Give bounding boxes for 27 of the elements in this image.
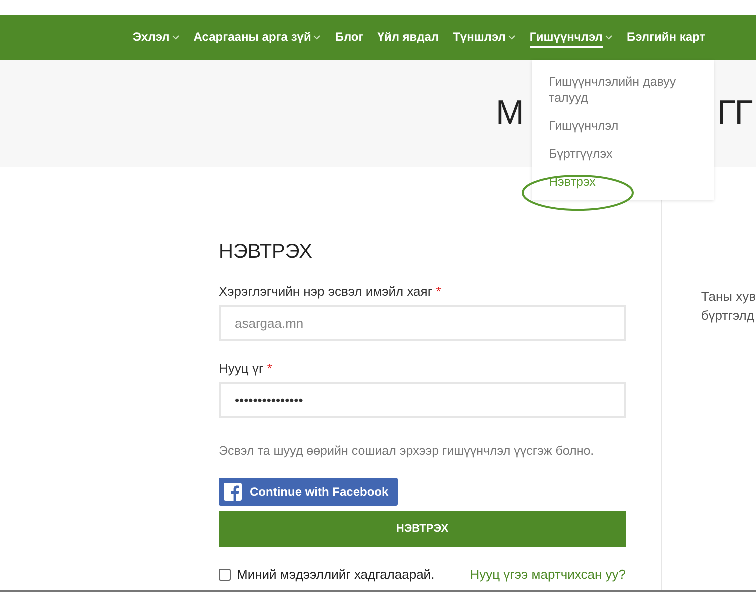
nav-link[interactable]: Бэлгийн карт bbox=[626, 28, 706, 48]
nav-link[interactable]: Түншлэл bbox=[453, 28, 516, 48]
field-label: Нууц үг * bbox=[219, 361, 274, 376]
password-field[interactable]: ••••••••••••••• bbox=[219, 382, 626, 418]
menu-item[interactable]: Нэвтрэх bbox=[532, 174, 714, 190]
login-button[interactable]: НЭВТРЭХ bbox=[219, 511, 626, 547]
remember-checkbox[interactable] bbox=[219, 568, 231, 580]
page-title-fragment: ГГ bbox=[717, 94, 752, 133]
facebook-icon bbox=[224, 483, 242, 501]
username-field[interactable]: asargaa.mn bbox=[219, 305, 626, 341]
social-login-text: Эсвэл та шууд өөрийн сошиал эрхээр гишүүнчлэл үүсгэж болно. bbox=[219, 444, 596, 458]
login-heading: НЭВТРЭХ bbox=[219, 241, 314, 264]
facebook-button[interactable]: Continue with Facebook bbox=[219, 478, 398, 506]
nav-link[interactable]: Эхлэл bbox=[133, 28, 180, 48]
menu-item[interactable]: Гишүүнчлэлийн давуу талууд bbox=[532, 74, 714, 106]
nav-link[interactable]: Гишүүнчлэл bbox=[530, 28, 613, 48]
side-text: бүртгэлд bbox=[701, 308, 756, 323]
remember-label: Миний мэдээллийг хадгалаарай. bbox=[237, 567, 435, 582]
side-text: Таны хув bbox=[701, 289, 756, 304]
nav-link[interactable]: Асаргааны арга зүй bbox=[194, 28, 322, 48]
forgot-password-link[interactable]: Нууц үгээ мартчихсан уу? bbox=[470, 567, 626, 582]
field-label: Хэрэглэгчийн нэр эсвэл имэйл хаяг * bbox=[219, 284, 442, 299]
nav-link[interactable]: Блог bbox=[335, 28, 364, 48]
menu-item[interactable]: Гишүүнчлэл bbox=[532, 118, 714, 134]
page-title-fragment: М bbox=[496, 94, 524, 133]
menu-item[interactable]: Бүртгүүлэх bbox=[532, 146, 714, 162]
nav-link[interactable]: Үйл явдал bbox=[378, 28, 440, 48]
